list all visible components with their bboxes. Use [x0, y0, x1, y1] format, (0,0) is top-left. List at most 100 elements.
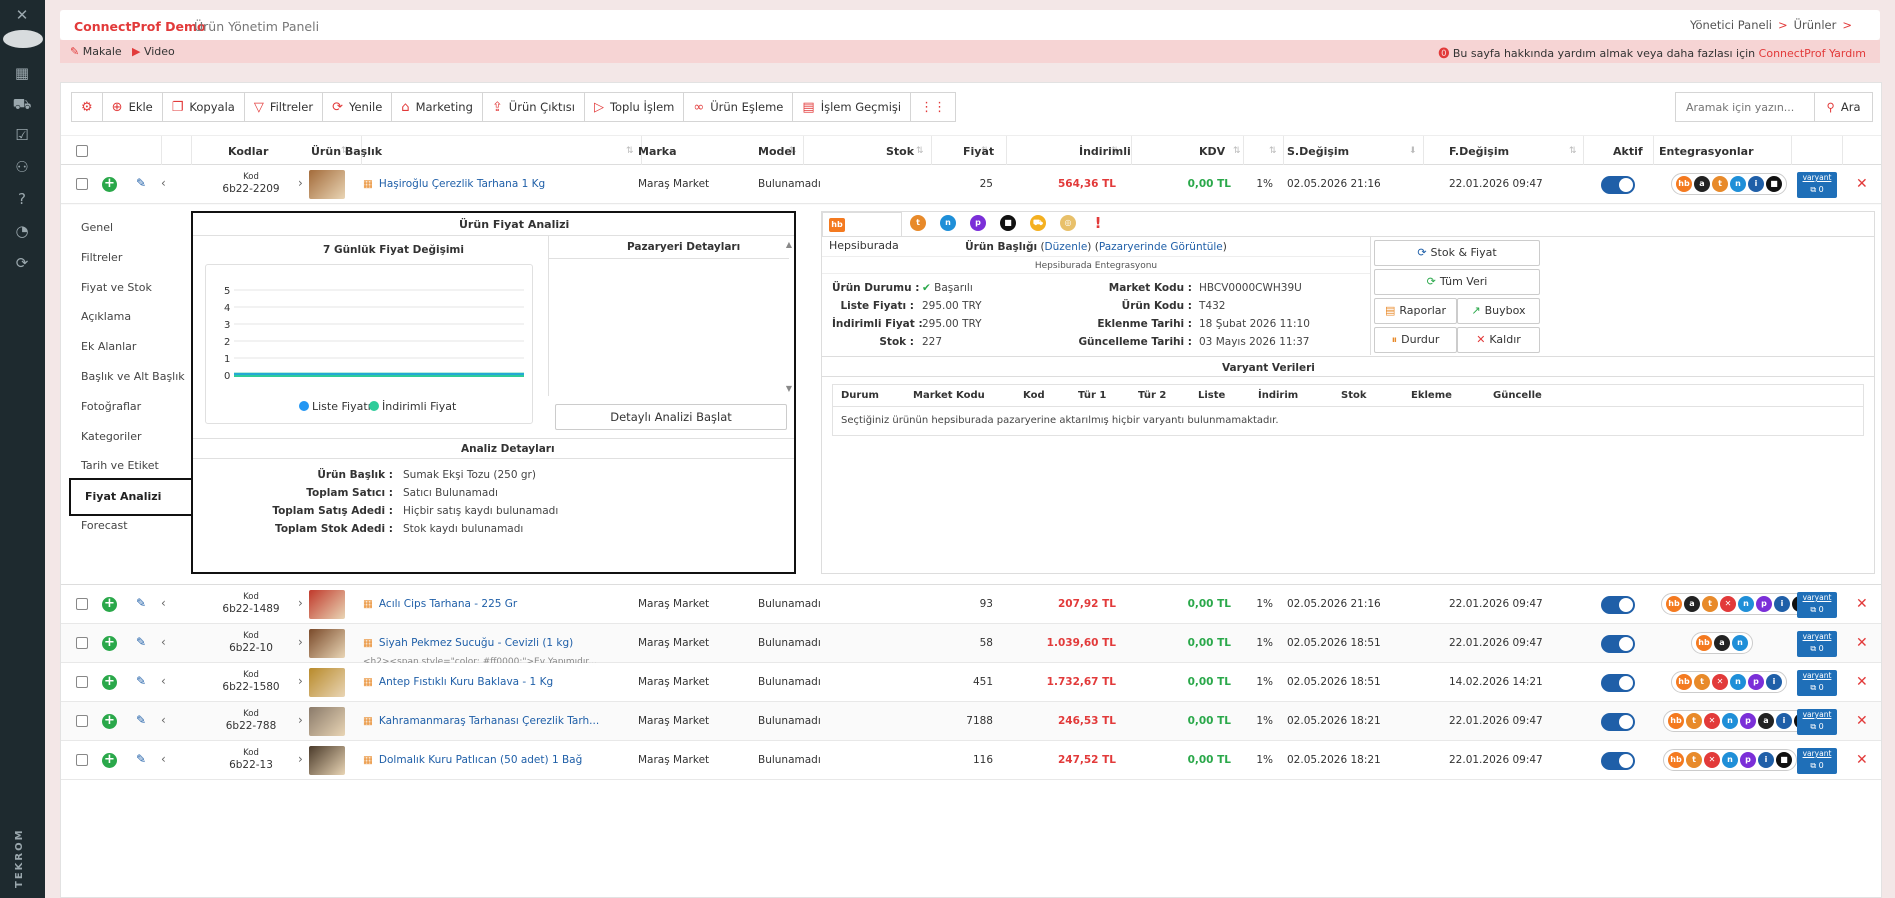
marketplace-icon[interactable]: hb [1676, 176, 1692, 192]
marketplace-icon[interactable]: p [1740, 713, 1756, 729]
row-checkbox[interactable] [76, 598, 88, 610]
col-fdegisim[interactable]: F.Değişim [1449, 145, 1509, 158]
sidenav-item[interactable]: Tarih ve Etiket [81, 459, 206, 472]
clipboard-icon[interactable]: ☑ [11, 124, 33, 146]
marketplace-icon[interactable]: t [1686, 713, 1702, 729]
active-toggle[interactable] [1601, 635, 1635, 653]
col-indirimli[interactable]: İndirimli [1079, 145, 1131, 158]
sidenav-item[interactable]: Forecast [81, 519, 206, 532]
marketplace-icon[interactable]: n [1732, 635, 1748, 651]
marketplace-icon[interactable]: hb [1668, 713, 1684, 729]
view-link[interactable]: Pazaryerinde Görüntüle [1099, 241, 1223, 253]
row-checkbox[interactable] [76, 715, 88, 727]
sidenav-item[interactable]: Fotoğraflar [81, 400, 206, 413]
sidenav-item[interactable]: Başlık ve Alt Başlık [81, 370, 206, 383]
col-fiyat[interactable]: Fiyat [963, 145, 994, 158]
col-model[interactable]: Model [758, 145, 796, 158]
marketplace-icon[interactable]: n [1722, 713, 1738, 729]
variant-button[interactable]: varyant⧉ 0 [1797, 670, 1837, 696]
basket-icon[interactable]: ⛟ [1030, 215, 1046, 231]
all-data-button[interactable]: ⟳ Tüm Veri [1374, 269, 1540, 295]
marketplace-icon[interactable]: ■ [1766, 176, 1782, 192]
product-thumbnail[interactable] [309, 668, 345, 697]
col-baslik[interactable]: Ürün Başlık [311, 145, 382, 158]
delete-icon[interactable]: ✕ [1856, 752, 1868, 768]
filter-button[interactable]: ▽ Filtreler [245, 93, 324, 121]
start-analysis-button[interactable]: Detaylı Analizi Başlat [555, 404, 787, 430]
delete-icon[interactable]: ✕ [1856, 596, 1868, 612]
col-aktif[interactable]: Aktif [1613, 145, 1643, 158]
marketplace-icon[interactable]: hb [1696, 635, 1712, 651]
sidenav-item[interactable]: Kategoriler [81, 430, 206, 443]
dashboard-icon[interactable]: ▦ [11, 62, 33, 84]
speed-icon[interactable]: ◔ [11, 220, 33, 242]
chevron-right-icon[interactable]: › [298, 674, 303, 688]
marketplace-icon[interactable]: ✕ [1712, 674, 1728, 690]
remove-button[interactable]: ✕ Kaldır [1457, 327, 1540, 353]
product-name[interactable]: ▦ Dolmalık Kuru Patlıcan (50 adet) 1 Bağ [363, 754, 582, 766]
legend-label[interactable]: Liste Fiyatı [312, 400, 371, 413]
col-kdv[interactable]: KDV [1199, 145, 1225, 158]
refresh-button[interactable]: ⟳ Yenile [323, 93, 393, 121]
breadcrumb-products[interactable]: Ürünler [1794, 18, 1837, 32]
marketplace-icon[interactable]: i [1774, 596, 1790, 612]
variant-button[interactable]: varyant⧉ 0 [1797, 172, 1837, 198]
chevron-right-icon[interactable]: › [298, 596, 303, 610]
video-link[interactable]: ▶ Video [132, 45, 175, 58]
variant-button[interactable]: varyant⧉ 0 [1797, 748, 1837, 774]
chevron-right-icon[interactable]: › [298, 752, 303, 766]
buybox-button[interactable]: ↗ Buybox [1457, 298, 1540, 324]
marketplace-icon[interactable]: n [1722, 752, 1738, 768]
marketplace-icon[interactable]: i [1766, 674, 1782, 690]
marketplace-icon[interactable]: i [1776, 713, 1792, 729]
marketplace-icon[interactable]: t [1686, 752, 1702, 768]
delete-icon[interactable]: ✕ [1856, 713, 1868, 729]
reports-button[interactable]: ▤ Raporlar [1374, 298, 1457, 324]
product-name[interactable]: ▦ Antep Fıstıklı Kuru Baklava - 1 Kg [363, 676, 553, 688]
product-name[interactable]: ▦ Haşiroğlu Çerezlik Tarhana 1 Kg [363, 178, 545, 190]
active-toggle[interactable] [1601, 674, 1635, 692]
marketplace-icon[interactable]: hb [1676, 674, 1692, 690]
legend-marker[interactable] [299, 401, 309, 411]
scroll-up-icon[interactable]: ▲ [786, 240, 792, 249]
product-name[interactable]: ▦ Siyah Pekmez Sucuğu - Cevizli (1 kg) [363, 637, 573, 649]
edit-icon[interactable]: ✎ [136, 713, 146, 727]
marketplace-icon[interactable]: ✕ [1704, 752, 1720, 768]
edit-icon[interactable]: ✎ [136, 752, 146, 766]
delete-icon[interactable]: ✕ [1856, 635, 1868, 651]
edit-link[interactable]: Düzenle [1045, 241, 1088, 253]
pazarama-icon[interactable]: p [970, 215, 986, 231]
chevron-left-icon[interactable]: ‹ [161, 176, 166, 190]
avatar[interactable] [3, 30, 43, 48]
scroll-down-icon[interactable]: ▼ [786, 384, 792, 393]
product-thumbnail[interactable] [309, 590, 345, 619]
edit-icon[interactable]: ✎ [136, 635, 146, 649]
logo-icon[interactable]: ✕ [11, 4, 33, 26]
chevron-right-icon[interactable]: › [298, 176, 303, 190]
sidenav-item[interactable]: Filtreler [81, 251, 206, 264]
sidenav-item[interactable]: Fiyat Analizi [69, 478, 199, 517]
marketplace-icon[interactable]: a [1684, 596, 1700, 612]
product-name[interactable]: ▦ Kahramanmaraş Tarhanası Çerezlik Tarh..… [363, 715, 599, 727]
marketing-button[interactable]: ⌂ Marketing [392, 93, 483, 121]
sidenav-item[interactable]: Genel [81, 221, 206, 234]
n11-icon[interactable]: n [940, 215, 956, 231]
marketplace-icon[interactable]: p [1756, 596, 1772, 612]
active-toggle[interactable] [1601, 176, 1635, 194]
chevron-left-icon[interactable]: ‹ [161, 674, 166, 688]
users-icon[interactable]: ⚇ [11, 156, 33, 178]
expand-icon[interactable]: + [102, 753, 117, 768]
delete-icon[interactable]: ✕ [1856, 176, 1868, 192]
pttavm-icon[interactable]: ■ [1000, 215, 1016, 231]
legend-marker[interactable] [369, 401, 379, 411]
active-toggle[interactable] [1601, 596, 1635, 614]
marketplace-icon[interactable]: t [1712, 176, 1728, 192]
row-checkbox[interactable] [76, 178, 88, 190]
tab-hepsiburada[interactable]: hbHepsiburada [822, 212, 902, 252]
col-marka[interactable]: Marka [638, 145, 677, 158]
marketplace-icon[interactable]: hb [1668, 752, 1684, 768]
help-link[interactable]: ConnectProf Yardım [1759, 47, 1866, 60]
chevron-left-icon[interactable]: ‹ [161, 752, 166, 766]
search-input[interactable] [1675, 92, 1815, 122]
variant-button[interactable]: varyant⧉ 0 [1797, 592, 1837, 618]
